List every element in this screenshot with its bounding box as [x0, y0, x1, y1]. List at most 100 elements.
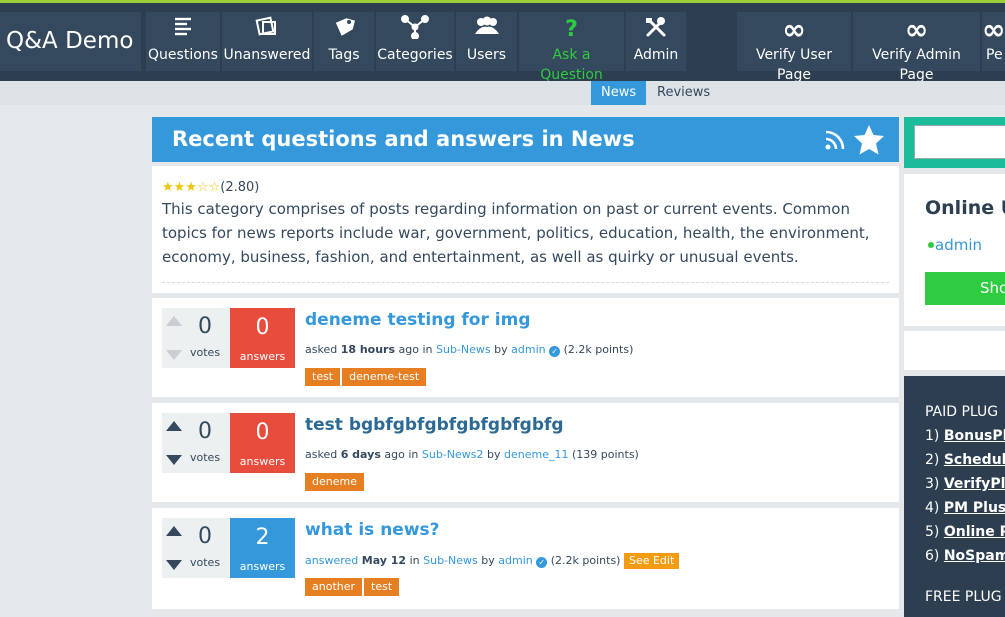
online-users-title: Online U [925, 197, 1005, 219]
user-link[interactable]: admin [498, 554, 532, 567]
vote-count: 0 [198, 524, 212, 549]
meta-verb: asked [305, 343, 338, 356]
answer-count: 0 [255, 315, 270, 340]
description-divider [162, 282, 889, 283]
plugin-number: 2) [925, 452, 940, 468]
vote-box: 0 votes [162, 518, 230, 578]
answers-label: answers [239, 350, 286, 363]
online-user-link[interactable]: admin [928, 236, 982, 254]
nav-verify-user-page[interactable]: ∞ Verify User Page [737, 12, 851, 83]
plugin-list-item[interactable]: 2) Schedule [925, 448, 1005, 472]
search-box [904, 117, 1005, 168]
plugin-list-item[interactable]: 5) Online P [925, 520, 1005, 544]
votes-label: votes [190, 346, 221, 359]
nav-ask-question[interactable]: ? Ask a Question [519, 12, 624, 83]
meta-when: 18 hours [340, 343, 396, 356]
nav-pe[interactable]: ∞ Pe [982, 12, 1005, 71]
vote-down-button[interactable] [166, 560, 182, 570]
vote-down-button[interactable] [166, 350, 182, 360]
nav-unanswered[interactable]: Unanswered [222, 12, 312, 71]
vote-up-button[interactable] [166, 526, 182, 536]
nav-verify-admin-label: Verify Admin Page [872, 47, 961, 83]
category-description-box: ★★★☆☆(2.80) This category comprises of p… [152, 166, 899, 293]
user-link[interactable]: deneme_11 [504, 448, 568, 461]
nav-tags[interactable]: Tags [314, 12, 374, 71]
show-button[interactable]: Sho [925, 272, 1005, 305]
question-item: 0 votes 0 answers test bgbfgbfgbfgbfgbfg… [152, 403, 899, 502]
nav-users[interactable]: Users [456, 12, 517, 71]
nav-questions-label: Questions [148, 47, 218, 63]
online-users-widget: Online U admin Sho [904, 174, 1005, 326]
rating-stars: ★★★☆☆ [162, 180, 221, 195]
answers-label: answers [239, 455, 286, 468]
tab-reviews[interactable]: Reviews [647, 81, 720, 105]
plugin-link[interactable]: Schedule [944, 452, 1005, 468]
plugin-list-item[interactable]: 6) NoSpam [925, 544, 1005, 568]
favorite-star-icon[interactable] [852, 123, 886, 157]
tab-news[interactable]: News [591, 81, 647, 105]
tag-link[interactable]: another [305, 578, 363, 596]
question-title-link[interactable]: deneme testing for img [305, 310, 531, 330]
nav-questions[interactable]: Questions [146, 12, 220, 71]
question-meta: answered May 12 in Sub-News by admin ✓ (… [305, 553, 680, 569]
plugin-list-item[interactable]: 1) BonusPl [925, 424, 1005, 448]
tag-link[interactable]: test [305, 368, 341, 386]
nav-categories[interactable]: Categories [376, 12, 454, 71]
plugin-link[interactable]: Online P [944, 524, 1005, 540]
tools-icon [626, 15, 686, 45]
plugin-number: 5) [925, 524, 940, 540]
nav-verify-admin-page[interactable]: ∞ Verify Admin Page [853, 12, 980, 83]
rating-value: (2.80) [220, 180, 260, 195]
see-edit-button[interactable]: See Edit [623, 553, 680, 569]
verified-badge-icon: ✓ [549, 346, 561, 357]
plugin-link[interactable]: NoSpam [944, 548, 1005, 564]
question-meta: asked 18 hours ago in Sub-News by admin … [305, 343, 633, 357]
rss-icon[interactable] [824, 129, 846, 151]
tag-link[interactable]: deneme-test [342, 368, 427, 386]
meta-ago: ago in [384, 448, 419, 461]
paid-plugins-widget: PAID PLUG 1) BonusPl 2) Schedule 3) Veri… [904, 376, 1005, 617]
question-meta: asked 6 days ago in Sub-News2 by deneme_… [305, 448, 639, 461]
question-title-link[interactable]: what is news? [305, 520, 440, 540]
question-icon: ? [565, 17, 578, 42]
vote-down-button[interactable] [166, 455, 182, 465]
vote-count: 0 [198, 314, 212, 339]
votes-label: votes [190, 451, 221, 464]
vote-up-button[interactable] [166, 421, 182, 431]
votes-label: votes [190, 556, 221, 569]
user-link[interactable]: admin [511, 343, 545, 356]
vote-up-button[interactable] [166, 316, 182, 326]
nav-pe-label: Pe [986, 47, 1003, 63]
answer-count: 2 [255, 525, 270, 550]
plugin-link[interactable]: VerifyPl [944, 476, 1005, 492]
paid-plugins-title: PAID PLUG [925, 404, 999, 420]
category-link[interactable]: Sub-News [436, 343, 491, 356]
site-logo[interactable]: Q&A Demo [0, 12, 141, 71]
plugin-list-item[interactable]: 4) PM Plus [925, 496, 1005, 520]
meta-when: 6 days [340, 448, 381, 461]
vote-count: 0 [198, 419, 212, 444]
category-link[interactable]: Sub-News [423, 554, 478, 567]
online-user-name: admin [935, 236, 982, 254]
page-title: Recent questions and answers in News [172, 127, 635, 151]
tag-link[interactable]: deneme [305, 473, 364, 491]
tag-icon [314, 15, 374, 45]
plugin-link[interactable]: BonusPl [944, 428, 1005, 444]
verified-badge-icon: ✓ [536, 557, 548, 568]
nav-admin[interactable]: Admin [626, 12, 686, 71]
tag-link[interactable]: test [364, 578, 400, 596]
meta-verb-link[interactable]: answered [305, 554, 358, 567]
category-link[interactable]: Sub-News2 [422, 448, 484, 461]
infinity-icon: ∞ [782, 13, 806, 46]
search-input[interactable] [914, 125, 1005, 159]
user-points: (139 points) [571, 448, 639, 461]
question-title-link[interactable]: test bgbfgbfgbfgbfgbfgbfg [305, 415, 564, 435]
plugin-list-item[interactable]: 3) VerifyPl [925, 472, 1005, 496]
plugin-link[interactable]: PM Plus [944, 500, 1005, 516]
category-header: Recent questions and answers in News [152, 117, 899, 162]
category-rating: ★★★☆☆(2.80) [162, 180, 889, 195]
plugin-number: 3) [925, 476, 940, 492]
sitemap-icon [376, 15, 454, 45]
nav-tags-label: Tags [328, 47, 360, 63]
vote-box: 0 votes [162, 413, 230, 473]
